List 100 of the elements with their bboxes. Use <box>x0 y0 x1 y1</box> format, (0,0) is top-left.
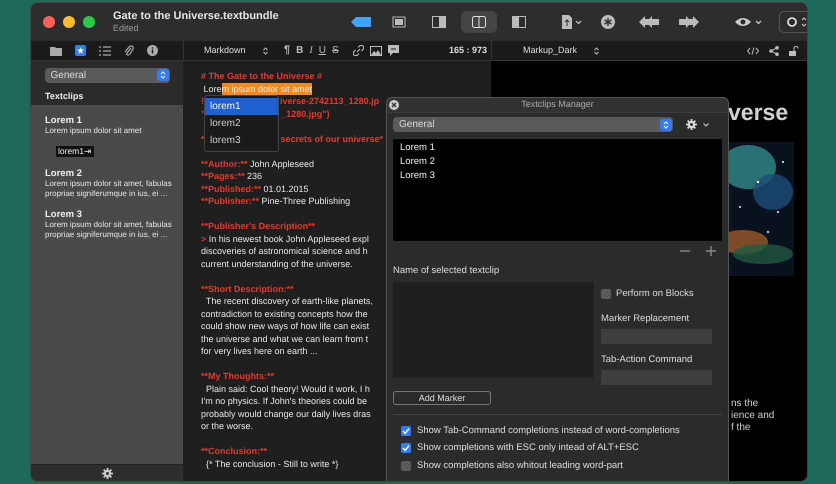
markup-text: **Published:** <box>201 182 262 195</box>
markup-text: _1280.jpg") <box>281 108 330 120</box>
link-icon[interactable] <box>352 45 364 56</box>
eye-icon[interactable] <box>734 16 763 28</box>
folder-icon[interactable] <box>50 46 62 56</box>
document-export-icon[interactable] <box>560 15 583 29</box>
editor-text: current understanding of the universe. <box>201 258 353 270</box>
info-icon[interactable] <box>147 45 158 56</box>
syntax-dropdown[interactable]: Markdown <box>204 44 268 58</box>
back-icon[interactable] <box>638 16 659 28</box>
completion-item[interactable]: lorem3 <box>205 132 278 149</box>
textclip-preview: Lorem ipsum dolor sit amet, fabulas propriae signiferumque in ius, ei ... <box>45 178 173 200</box>
editor-text: Plain said: Cool theory! Would it work, I h <box>205 382 370 395</box>
textclip-item[interactable]: Lorem 3 <box>400 169 435 183</box>
minimize-button[interactable] <box>63 16 75 28</box>
code-icon[interactable] <box>747 46 759 54</box>
checkbox[interactable] <box>601 289 611 300</box>
editor-text: In his newest book John Appleseed expl <box>208 232 369 245</box>
editor-text: could show new ways of how life can exist <box>201 320 370 332</box>
section-header: Textclips <box>45 90 84 104</box>
square-icon <box>392 16 406 28</box>
field-label: Name of selected textclip <box>393 264 500 278</box>
markup-text: **My Thoughts:** <box>201 370 274 382</box>
format-button[interactable]: U <box>318 43 326 58</box>
add-marker-button[interactable]: Add Marker <box>393 391 491 405</box>
preview-text: ience and <box>731 410 774 422</box>
format-button[interactable]: ¶ <box>284 42 290 59</box>
checkbox[interactable] <box>401 443 411 454</box>
group-dropdown[interactable]: General <box>44 68 170 82</box>
image-icon[interactable] <box>370 46 382 56</box>
zoom-button[interactable] <box>83 16 95 28</box>
editor-text: John Appleseed <box>249 158 314 170</box>
sidebar-icon <box>432 16 446 28</box>
comment-icon[interactable] <box>388 45 399 56</box>
editor-text: probably would change our daily lives dras <box>201 408 371 420</box>
markup-text: iverse-2742113_1280.jp <box>280 95 380 108</box>
checkbox-label: Show Tab-Command completions instead of word-completions <box>417 424 680 438</box>
checkbox-label: Show completions also whitout leading word-part <box>417 458 623 472</box>
star-icon[interactable] <box>75 45 86 56</box>
checkbox-label: Perform on Blocks <box>616 287 694 302</box>
split-view-button[interactable] <box>460 11 497 33</box>
textclip-title[interactable]: Lorem 1 <box>45 115 179 126</box>
shortcut-badge: lorem1⇥ <box>56 146 94 156</box>
textclip-title[interactable]: Lorem 3 <box>45 208 179 220</box>
window-title: Gate to the Universe.textbundle <box>113 10 279 22</box>
markup-text: **Pages:** <box>201 170 245 182</box>
markup-text: ! <box>201 95 204 108</box>
chevron-icon[interactable] <box>703 122 709 126</box>
completion-item[interactable]: lorem1 <box>205 98 278 115</box>
settings-icon[interactable] <box>686 119 697 130</box>
share-icon[interactable] <box>769 46 779 56</box>
editor-text: I'm no physics. If John's theories could be <box>201 395 368 408</box>
editor-text: Lore <box>202 82 222 95</box>
format-button[interactable]: S <box>332 43 339 58</box>
status-control[interactable] <box>778 11 807 33</box>
close-button[interactable] <box>43 16 55 28</box>
editor-text: The recent discovery of earth-like planets, <box>204 295 373 308</box>
columns-icon <box>472 16 486 28</box>
editor-text: 01.01.2015 <box>262 182 309 195</box>
settings-icon[interactable] <box>102 468 112 478</box>
preview-text: ns the <box>731 398 760 410</box>
forward-icon[interactable] <box>678 16 699 28</box>
textclip-preview: Lorem ipsum dolor sit amet, fabulas propriae signiferumque in ius, ei ... <box>45 220 173 240</box>
completion-item[interactable]: lorem2 <box>205 115 278 132</box>
editor-text: for very lives here on earth ... <box>201 345 318 358</box>
asterisk-icon[interactable] <box>600 15 615 29</box>
highlighted-text: m ipsum dolor sit amet <box>222 82 312 95</box>
checkbox[interactable] <box>401 460 411 471</box>
checkbox[interactable] <box>401 426 411 436</box>
tag-icon[interactable] <box>350 17 371 27</box>
textclip-title[interactable]: Lorem 2 <box>45 168 179 178</box>
field-label: Marker Replacement <box>601 312 690 326</box>
markup-text: > <box>201 232 206 245</box>
field-label: Tab-Action Command <box>601 352 694 367</box>
editor-text: {* The conclusion - Still to write *} <box>205 458 338 470</box>
textclip-item[interactable]: Lorem 1 <box>400 141 435 155</box>
markup-text: **Publisher:** <box>201 195 260 208</box>
markup-text: **Author:** <box>201 158 248 170</box>
preview-heading: verse <box>728 98 788 127</box>
group-dropdown[interactable]: General <box>393 117 673 132</box>
editor-text: 236 <box>246 170 262 182</box>
format-button[interactable]: B <box>296 43 304 58</box>
markup-text: **Publisher's Description** <box>201 220 316 232</box>
preview-text: f the <box>731 422 752 434</box>
lock-icon[interactable] <box>789 46 799 56</box>
list-icon[interactable] <box>99 46 111 56</box>
markup-text: # The Gate to the Universe # <box>201 70 322 82</box>
paperclip-icon[interactable] <box>124 44 134 56</box>
close-icon[interactable] <box>389 100 399 110</box>
theme-dropdown[interactable]: Markup_Dark <box>523 44 599 58</box>
dialog-title: Textclips Manager <box>521 98 594 112</box>
textclip-item[interactable]: Lorem 2 <box>400 155 435 169</box>
editor-text: the universe and what we can learn from t <box>201 332 368 345</box>
cursor-position: 165 : 973 <box>448 44 487 57</box>
window-subtitle: Edited <box>113 22 140 34</box>
stepper-icon <box>156 69 168 81</box>
plus-icon[interactable] <box>706 246 716 256</box>
format-button[interactable]: I <box>309 43 313 58</box>
sidebar-icon <box>512 16 526 28</box>
textclip-preview: Lorem ipsum dolor sit amet <box>45 126 142 136</box>
